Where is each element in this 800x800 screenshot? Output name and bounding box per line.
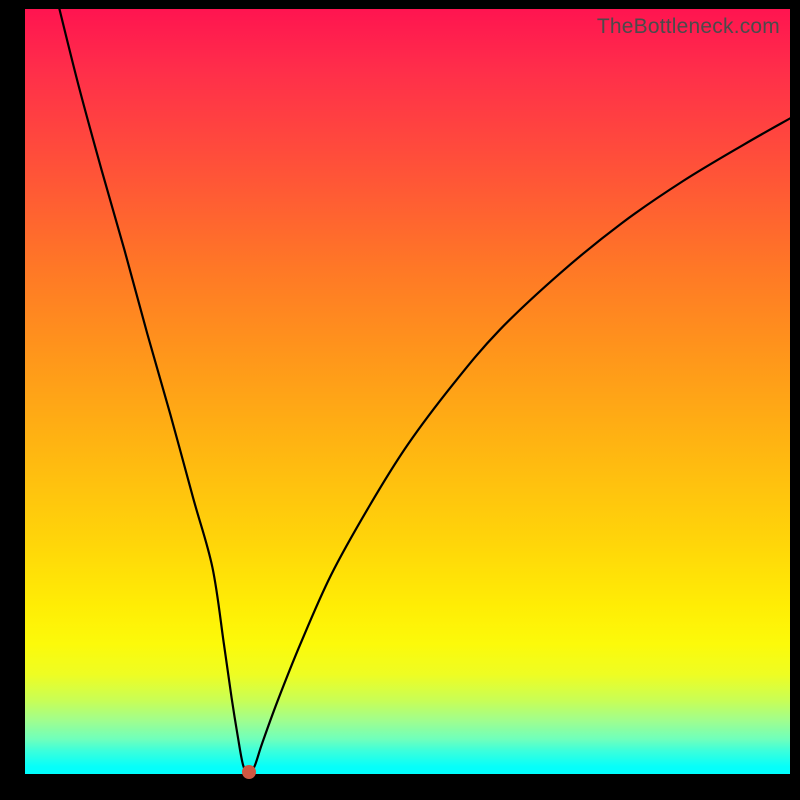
curve-svg [25, 9, 790, 774]
chart-container: TheBottleneck.com [0, 0, 800, 800]
plot-area: TheBottleneck.com [25, 9, 790, 774]
bottleneck-curve-path [59, 9, 790, 774]
optimal-point-marker [242, 765, 256, 779]
